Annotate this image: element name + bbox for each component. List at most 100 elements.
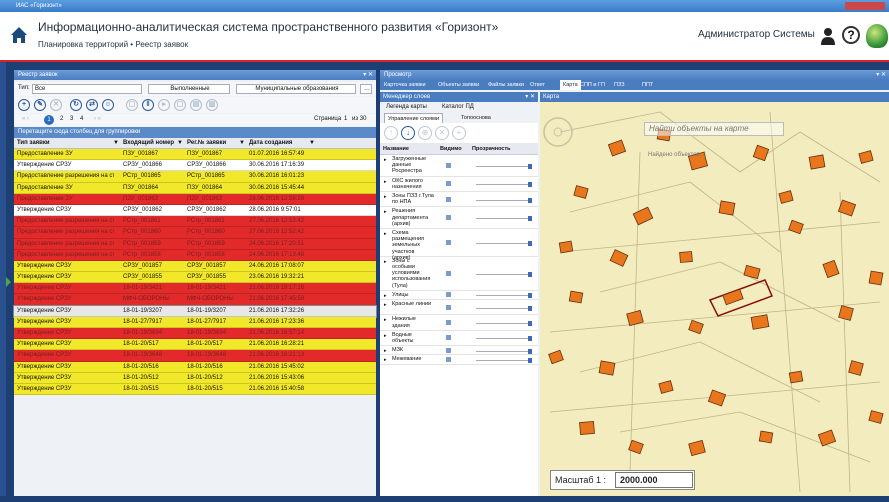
tab-viewer[interactable]: Ответ [530,80,545,90]
tab-viewer[interactable]: Карточка заявки [384,80,426,90]
slider-knob[interactable] [528,271,532,277]
tab-viewer[interactable]: СПП и ГП [580,80,605,90]
pager-page-4[interactable]: 4 [80,116,83,122]
home-icon[interactable] [10,26,28,44]
print-icon[interactable]: ▤ [190,99,202,111]
pager-next-icon[interactable]: › » [94,116,101,122]
layer-visible-checkbox[interactable] [446,335,451,341]
layer-visible-checkbox[interactable] [446,356,451,362]
layer-opacity-slider[interactable] [476,271,532,277]
col-type[interactable]: Тип заявки [14,138,50,149]
type-select[interactable]: Все [32,84,142,94]
status-select[interactable]: Выполненные [148,84,230,94]
archive-icon[interactable]: ▥ [206,99,218,111]
filter-icon[interactable]: ▼ [174,138,183,149]
user-name[interactable]: Администратор Системы [698,29,815,40]
expand-arrow-icon[interactable]: ▸ [384,157,387,163]
layer-opacity-slider[interactable] [476,305,532,311]
slider-knob[interactable] [528,197,532,203]
layer-opacity-slider[interactable] [476,197,532,203]
edit-icon[interactable]: ✎ [34,99,46,111]
tab-pd-catalog[interactable]: Каталог ПД [442,104,474,110]
slider-knob[interactable] [528,216,532,222]
layer-remove-icon[interactable]: ✕ [435,126,449,140]
pager-page-2[interactable]: 2 [60,116,63,122]
layer-opacity-slider[interactable] [476,163,532,169]
layer-visible-checkbox[interactable] [446,304,451,310]
play-icon[interactable]: ▸ [158,99,170,111]
table-row[interactable]: Предоставление ЗУ ПЗУ_001863 ПЗУ_001863 28.… [14,193,376,205]
tab-viewer[interactable]: Файлы заявки [488,80,524,90]
more-filters-button[interactable]: … [360,84,372,94]
layer-item[interactable]: ▸ Красные линии [380,300,538,316]
layer-item[interactable]: ▸ Решения департамента (архив) [380,207,538,229]
table-row[interactable]: Утверждение СРЗУ СРЗУ_001857 СРЗУ_001857 24… [14,260,376,273]
refresh-icon[interactable]: ↻ [70,99,82,111]
slider-knob[interactable] [528,348,532,354]
table-row[interactable]: Предоставление разрешения на строительст… [14,249,376,261]
tab-viewer[interactable]: Объекты заявки [438,80,479,90]
collapse-arrow-icon[interactable] [6,277,11,287]
layer-opacity-slider[interactable] [476,216,532,222]
table-row[interactable]: Утверждение СРЗУ СРЗУ_001866 СРЗУ_001866 30… [14,160,376,172]
add-icon[interactable]: + [18,99,30,111]
expand-arrow-icon[interactable]: ▸ [384,259,387,265]
layer-opacity-slider[interactable] [476,357,532,363]
table-row[interactable]: Утверждение СРЗУ 18-01-19/3421 18-01-19/34… [14,283,376,295]
expand-arrow-icon[interactable]: ▸ [384,302,387,308]
layer-visible-checkbox[interactable] [446,215,451,221]
filter-icon[interactable]: ▼ [110,138,119,149]
layer-add-icon[interactable]: + [452,126,466,140]
layer-opacity-slider[interactable] [476,293,532,299]
user-icon[interactable] [819,26,839,46]
layer-item[interactable]: ▸ Межевание [380,355,538,365]
slider-knob[interactable] [528,336,532,342]
pager-page-current[interactable]: 1 [44,115,54,125]
slider-knob[interactable] [528,182,532,188]
table-row[interactable]: Предоставление разрешения на строительст… [14,171,376,183]
start-icon[interactable]: ▢ [126,99,138,111]
layer-visible-checkbox[interactable] [446,181,451,187]
breadcrumb-item-planning[interactable]: Планировка территорий [38,40,128,49]
layer-zoom-icon[interactable]: ⊕ [418,126,432,140]
slider-knob[interactable] [528,357,532,363]
expand-arrow-icon[interactable]: ▸ [384,348,387,354]
municipality-select[interactable]: Муниципальные образования [236,84,356,94]
layer-visible-checkbox[interactable] [446,196,451,202]
tab-viewer[interactable]: Карта [560,80,581,90]
subtab-topobase[interactable]: Топооснова [458,113,494,123]
table-row[interactable]: Утверждение СРЗУ 18-01-20/512 18-01-20/512… [14,372,376,384]
expand-arrow-icon[interactable]: ▸ [384,293,387,299]
col-date[interactable]: Дата создания [246,138,292,149]
layer-item[interactable]: ▸ ОКС жилого назначения [380,177,538,192]
pager-page-input[interactable]: 1 [344,116,347,122]
expand-arrow-icon[interactable]: ▸ [384,317,387,323]
col-incoming[interactable]: Входящий номер [120,138,174,149]
layer-item[interactable]: ▸ Зоны ПЗЗ г.Тула по НПА [380,192,538,208]
help-icon[interactable]: ? [842,26,860,44]
table-row[interactable]: Предоставление разрешения на строительст… [14,227,376,239]
copy-icon[interactable]: ▢ [174,99,186,111]
pager-page-3[interactable]: 3 [70,116,73,122]
layer-opacity-slider[interactable] [476,182,532,188]
table-row[interactable]: Предоставление ЗУ ПЗУ_001867 ПЗУ_001867 01.… [14,149,376,161]
expand-arrow-icon[interactable]: ▸ [384,357,387,363]
expand-arrow-icon[interactable]: ▸ [384,194,387,200]
layer-opacity-slider[interactable] [476,348,532,354]
scale-input[interactable]: 2000.000 [615,472,693,488]
table-row[interactable]: Утверждение СРЗУ 18-01-19/3648 18-01-19/36… [14,350,376,362]
table-row[interactable]: Утверждение СРЗУ МФЧ-ОБОРОНЫ МФЧ-ОБОРОНЫ 21… [14,294,376,306]
slider-knob[interactable] [528,163,532,169]
slider-knob[interactable] [528,293,532,299]
table-row[interactable]: Утверждение СРЗУ 18-01-20/515 18-01-20/515… [14,383,376,396]
panel-pin-icon[interactable]: ▾ ✕ [363,70,373,80]
layer-opacity-slider[interactable] [476,336,532,342]
map-view[interactable]: Карта Найти объекты на карте Найдено объ… [540,92,889,496]
layer-visible-checkbox[interactable] [446,270,451,276]
tab-map-legend[interactable]: Легенда карты [386,104,427,110]
table-row[interactable]: Утверждение СРЗУ 18-01-20/517 18-01-20/517… [14,339,376,351]
panel-pin-icon[interactable]: ▾ ✕ [876,70,886,80]
panel-pin-icon[interactable]: ▾ ✕ [525,92,535,102]
layer-visible-checkbox[interactable] [446,347,451,353]
layer-opacity-slider[interactable] [476,240,532,246]
